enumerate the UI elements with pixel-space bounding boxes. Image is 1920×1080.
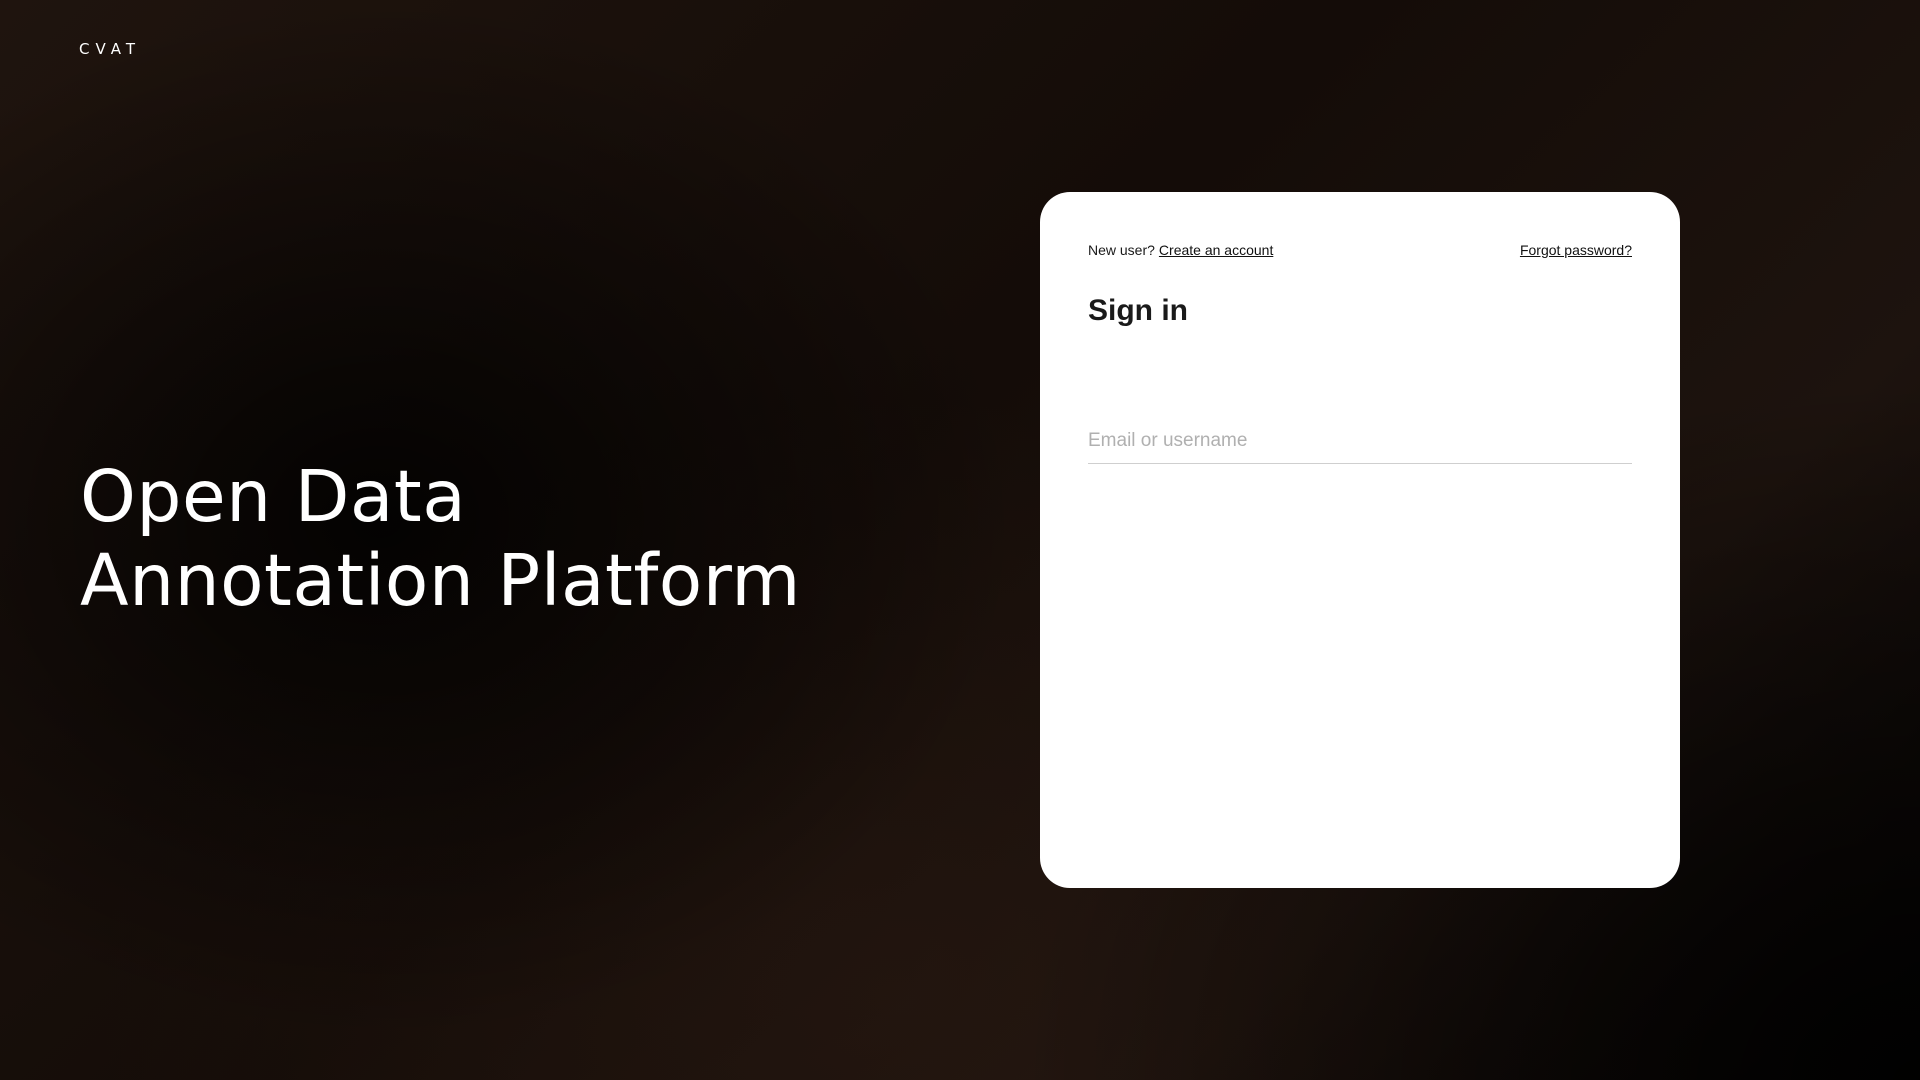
email-or-username-input[interactable] [1088,418,1632,464]
new-user-label: New user? [1088,242,1155,258]
hero-tagline: Open Data Annotation Platform [80,455,801,623]
create-account-link[interactable]: Create an account [1159,242,1273,258]
cvat-logo[interactable]: CVAT [79,40,141,58]
hero-line-2: Annotation Platform [80,539,801,622]
forgot-password-link[interactable]: Forgot password? [1520,242,1632,258]
sign-in-title: Sign in [1088,294,1188,327]
hero-line-1: Open Data [80,455,467,538]
signin-card: New user? Create an account Forgot passw… [1040,192,1680,888]
signin-card-header: New user? Create an account Forgot passw… [1088,242,1632,258]
new-user-prompt: New user? Create an account [1088,242,1273,258]
